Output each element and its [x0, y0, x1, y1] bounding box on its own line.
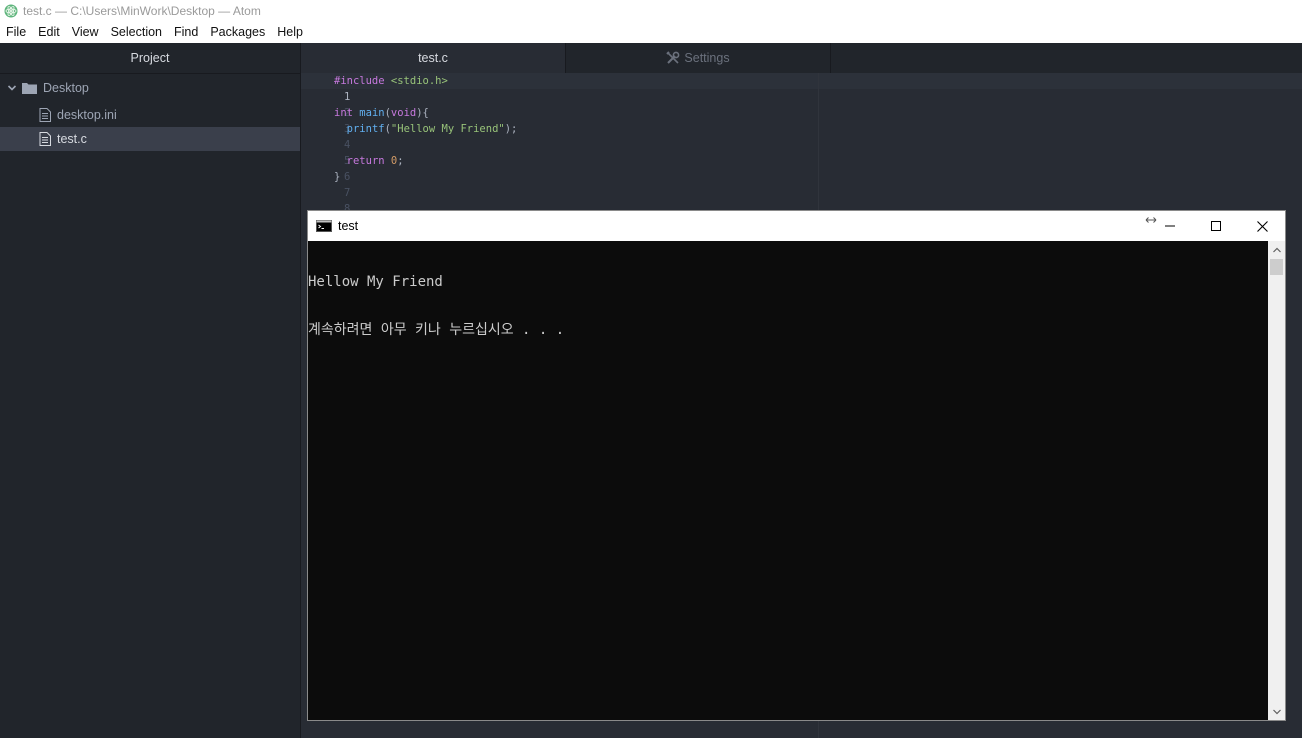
menu-file[interactable]: File	[0, 22, 32, 43]
atom-app-icon	[4, 4, 18, 18]
minimize-button[interactable]	[1147, 211, 1193, 241]
scroll-down-button[interactable]	[1268, 703, 1285, 720]
code-line: 2	[301, 89, 350, 119]
code-line: 1 #include <stdio.h>	[301, 73, 448, 103]
tab-bar: test.c Settings	[301, 43, 1302, 74]
close-button[interactable]	[1239, 211, 1285, 241]
code-line: 3 int main(void){	[301, 105, 429, 135]
tab-settings-label: Settings	[684, 51, 730, 65]
menu-help[interactable]: Help	[271, 22, 309, 43]
window-titlebar: test.c — C:\Users\MinWork\Desktop — Atom	[0, 0, 1302, 22]
cursor-line-highlight	[301, 73, 1302, 89]
maximize-icon	[1211, 221, 1221, 231]
menu-view[interactable]: View	[66, 22, 105, 43]
code-line: 4 printf("Hellow My Friend");	[301, 121, 517, 151]
file-text-icon	[39, 108, 51, 122]
project-tree-panel: Project Desktop desktop.ini test.c	[0, 43, 301, 738]
tab-test-c[interactable]: test.c	[301, 43, 565, 73]
tree-file-label: desktop.ini	[57, 108, 117, 122]
terminal-icon	[316, 220, 332, 232]
scrollbar-thumb[interactable]	[1270, 259, 1283, 275]
code-line: 5	[301, 137, 350, 167]
minimize-icon	[1165, 225, 1175, 227]
close-icon	[1256, 220, 1268, 232]
file-text-icon	[39, 132, 51, 146]
console-titlebar[interactable]: test	[308, 211, 1285, 241]
console-window[interactable]: test Hellow My Friend 계속하려면 아무 키나 누르십시오 …	[307, 210, 1286, 721]
chevron-down-icon	[7, 85, 17, 91]
menu-packages[interactable]: Packages	[204, 22, 271, 43]
menu-edit[interactable]: Edit	[32, 22, 66, 43]
tools-icon	[666, 51, 680, 64]
menu-selection[interactable]: Selection	[105, 22, 168, 43]
console-output-line: 계속하려면 아무 키나 누르십시오 . . .	[308, 322, 565, 338]
console-scrollbar[interactable]	[1268, 241, 1285, 720]
tree-file-desktop-ini[interactable]: desktop.ini	[0, 103, 300, 127]
console-output[interactable]: Hellow My Friend 계속하려면 아무 키나 누르십시오 . . .	[308, 241, 1268, 721]
tab-settings[interactable]: Settings	[565, 43, 831, 73]
folder-icon	[22, 83, 37, 94]
menu-bar: File Edit View Selection Find Packages H…	[0, 22, 1302, 43]
console-title: test	[338, 219, 359, 233]
menu-find[interactable]: Find	[168, 22, 204, 43]
chevron-up-icon	[1272, 247, 1281, 252]
console-output-line: Hellow My Friend	[308, 274, 443, 290]
tree-file-label: test.c	[57, 132, 87, 146]
code-line: 6 return 0;	[301, 153, 404, 183]
tree-folder-desktop[interactable]: Desktop	[0, 76, 300, 100]
tree-file-test-c[interactable]: test.c	[0, 127, 300, 151]
tree-folder-label: Desktop	[43, 81, 89, 95]
window-title: test.c — C:\Users\MinWork\Desktop — Atom	[23, 4, 261, 18]
code-line: 8	[301, 185, 350, 215]
tree-header[interactable]: Project	[0, 43, 300, 74]
chevron-down-icon	[1272, 709, 1281, 714]
maximize-button[interactable]	[1193, 211, 1239, 241]
scroll-up-button[interactable]	[1268, 241, 1285, 258]
code-line: 7 }	[301, 169, 350, 199]
